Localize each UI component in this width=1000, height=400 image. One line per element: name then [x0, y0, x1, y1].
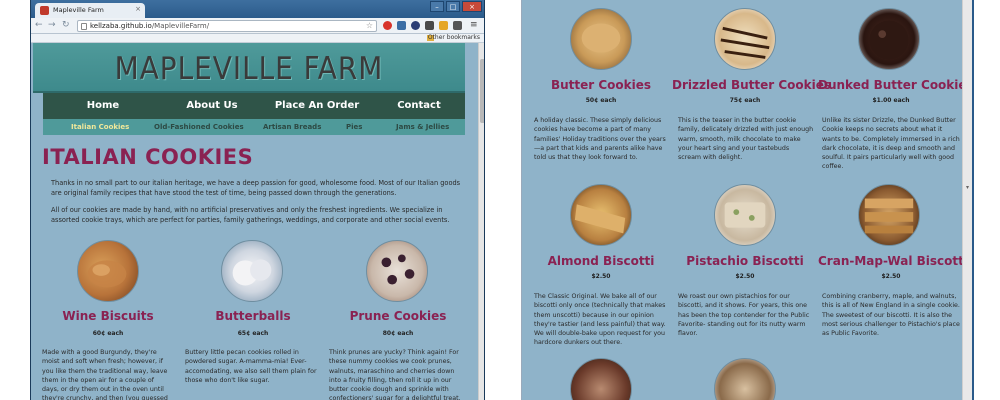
right-browser-window: Butter Cookies 50¢ each A holiday classi…: [521, 0, 974, 400]
product-description: This is the teaser in the butter cookie …: [678, 117, 814, 162]
site-title: MAPLEVILLE FARM: [114, 51, 384, 87]
product-name: Wine Biscuits: [62, 309, 154, 323]
extension-icon[interactable]: [453, 21, 462, 30]
site-header: MAPLEVILLE FARM: [33, 43, 465, 93]
intro-paragraph: Thanks in no small part to our italian h…: [51, 179, 461, 197]
nav-contact[interactable]: Contact: [373, 93, 465, 119]
product-price: $2.50: [881, 273, 901, 280]
close-tab-icon[interactable]: ×: [135, 5, 141, 13]
tab-title: Mapleville Farm: [53, 6, 104, 14]
scrollbar-thumb[interactable]: [480, 59, 484, 123]
drizzled-butter-cookies-image: [714, 8, 776, 70]
subnav-italian-cookies[interactable]: Italian Cookies: [71, 119, 129, 135]
nav-about-us[interactable]: About Us: [163, 93, 261, 119]
reload-icon[interactable]: ↻: [62, 20, 70, 30]
back-icon[interactable]: ←: [35, 20, 43, 30]
pistachio-biscotti-image: [714, 184, 776, 246]
scrollbar[interactable]: [478, 43, 484, 400]
main-nav: Home About Us Place An Order Contact: [43, 93, 465, 119]
browser-tab[interactable]: Mapleville Farm ×: [35, 3, 145, 18]
extension-icon[interactable]: [425, 21, 434, 30]
dunked-butter-cookies-image: [858, 8, 920, 70]
product-name: Almond Biscotti: [547, 254, 655, 268]
product-price: 80¢ each: [382, 330, 414, 337]
product-name: Pistachio Biscotti: [686, 254, 804, 268]
url-path: /MaplevilleFarm/: [151, 22, 210, 30]
product-description: Think prunes are yucky? Think again! For…: [329, 349, 461, 400]
product-price: $2.50: [735, 273, 755, 280]
subnav-jams-jellies[interactable]: Jams & Jellies: [396, 119, 449, 135]
product-name: Drizzled Butter Cookies: [672, 78, 832, 92]
product-description: We roast our own pistachios for our bisc…: [678, 293, 810, 338]
close-window-icon[interactable]: ×: [462, 1, 482, 12]
page-viewport: MAPLEVILLE FARM Home About Us Place An O…: [31, 43, 478, 400]
product-image: [570, 358, 632, 400]
minimize-icon[interactable]: –: [430, 1, 444, 12]
page-icon: [81, 23, 87, 30]
product-description: Buttery little pecan cookies rolled in p…: [185, 349, 317, 384]
window-controls: – □ ×: [430, 1, 482, 12]
subnav-pies[interactable]: Pies: [346, 119, 362, 135]
wine-biscuits-image: [77, 240, 139, 302]
extension-icon[interactable]: [411, 21, 420, 30]
almond-biscotti-image: [570, 184, 632, 246]
right-scrollbar[interactable]: ▾: [962, 0, 972, 400]
product-price: 60¢ each: [92, 330, 124, 337]
product-price: 75¢ each: [729, 97, 761, 104]
browser-toolbar: ← → ↻ kellzaba.github.io/MaplevilleFarm/…: [31, 18, 484, 34]
title-bar: Mapleville Farm × – □ ×: [31, 0, 484, 18]
other-bookmarks[interactable]: Other bookmarks: [428, 34, 480, 41]
window-edge: [972, 0, 974, 400]
product-name: Cran-Map-Wal Biscotti: [818, 254, 968, 268]
url-host: kellzaba.github.io: [90, 22, 152, 30]
butterballs-image: [221, 240, 283, 302]
product-image: [714, 358, 776, 400]
favicon-icon: [40, 6, 49, 15]
intro-paragraph: All of our cookies are made by hand, wit…: [51, 206, 450, 224]
address-bar[interactable]: kellzaba.github.io/MaplevilleFarm/ ☆: [77, 20, 377, 32]
product-name: Butterballs: [215, 309, 291, 323]
menu-icon[interactable]: ≡: [470, 20, 478, 30]
nav-place-an-order[interactable]: Place An Order: [261, 93, 373, 119]
cran-map-wal-biscotti-image: [858, 184, 920, 246]
product-description: A holiday classic. These simply deliciou…: [534, 117, 666, 162]
extension-icon[interactable]: [383, 21, 392, 30]
product-name: Butter Cookies: [550, 78, 652, 92]
sub-nav: Italian Cookies Old-Fashioned Cookies Ar…: [43, 119, 465, 135]
product-price: $2.50: [591, 273, 611, 280]
page-heading: ITALIAN COOKIES: [42, 145, 254, 169]
bookmark-star-icon[interactable]: ☆: [366, 21, 373, 30]
scroll-arrow-icon[interactable]: ▾: [966, 184, 969, 191]
left-browser-window: Mapleville Farm × – □ × ← → ↻ kellzaba.g…: [30, 0, 485, 400]
product-price: 65¢ each: [237, 330, 269, 337]
product-price: $1.00 each: [872, 97, 910, 104]
subnav-old-fashioned-cookies[interactable]: Old-Fashioned Cookies: [154, 119, 244, 135]
product-description: Unlike its sister Drizzle, the Dunked Bu…: [822, 117, 960, 171]
butter-cookies-image: [570, 8, 632, 70]
product-description: Combining cranberry, maple, and walnuts,…: [822, 293, 960, 338]
bookmarks-bar: Other bookmarks: [31, 34, 484, 43]
product-name: Prune Cookies: [349, 309, 447, 323]
product-price: 50¢ each: [585, 97, 617, 104]
extension-icon[interactable]: [397, 21, 406, 30]
maximize-icon[interactable]: □: [446, 1, 460, 12]
product-name: Dunked Butter Cookies: [818, 78, 974, 92]
nav-home[interactable]: Home: [43, 93, 163, 119]
product-description: Made with a good Burgundy, they're moist…: [42, 349, 168, 400]
extension-icon[interactable]: [439, 21, 448, 30]
forward-icon[interactable]: →: [48, 20, 56, 30]
prune-cookies-image: [366, 240, 428, 302]
product-description: The Classic Original. We bake all of our…: [534, 293, 666, 347]
subnav-artisan-breads[interactable]: Artisan Breads: [263, 119, 321, 135]
